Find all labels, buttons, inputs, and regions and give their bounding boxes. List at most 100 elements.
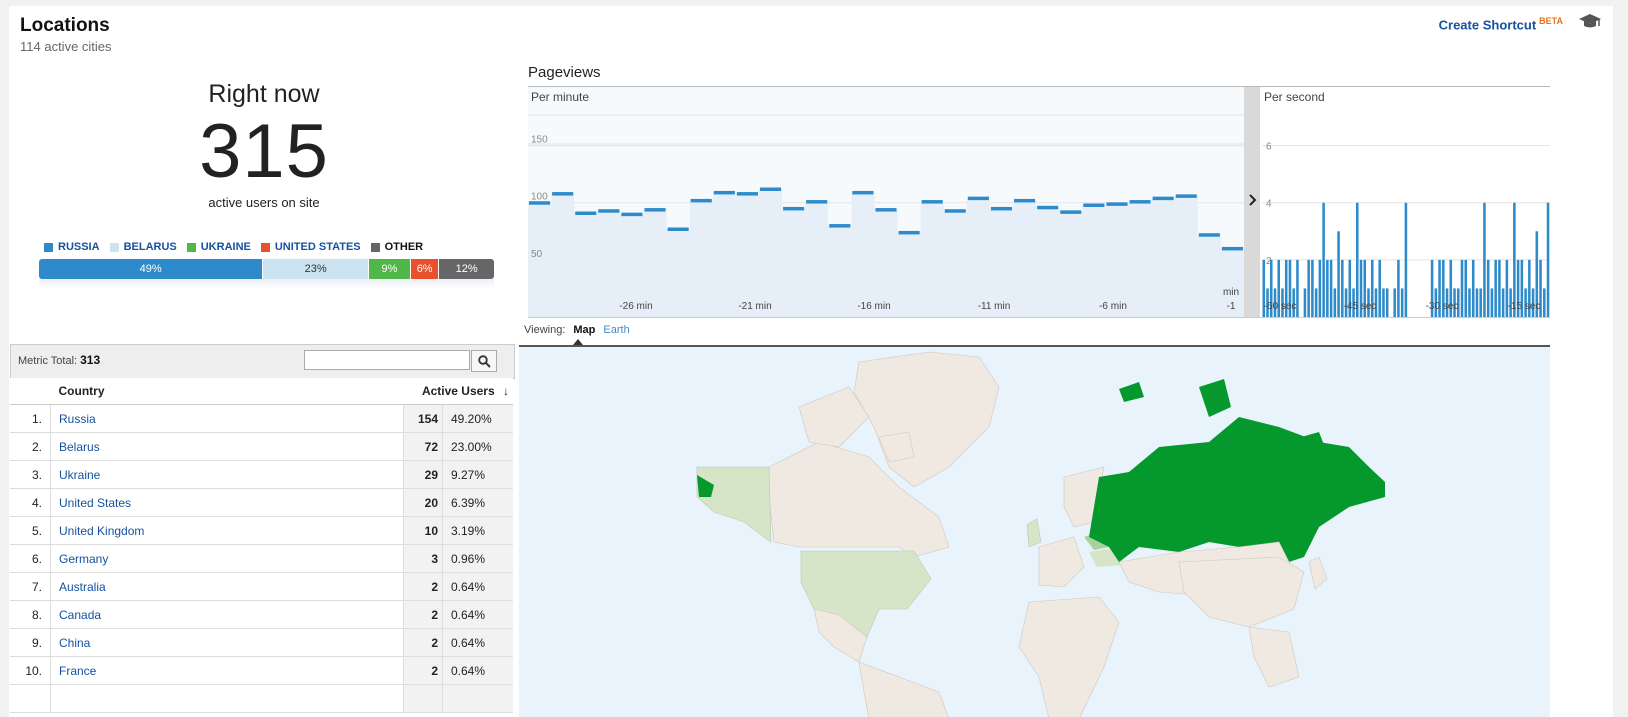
second-bar	[1464, 259, 1468, 317]
active-users-value: 20	[403, 488, 443, 517]
country-link[interactable]: China	[50, 628, 404, 657]
share-segment[interactable]: 12%	[439, 259, 494, 279]
country-link[interactable]: Belarus	[50, 432, 404, 461]
table-search-input[interactable]	[304, 350, 470, 370]
search-button[interactable]	[471, 350, 497, 372]
second-bar	[1318, 259, 1322, 317]
x-tick-second: -15 sec	[1508, 301, 1541, 312]
minute-area-step	[1036, 207, 1060, 317]
active-users-percent: 23.00%	[442, 432, 513, 461]
row-index: 8.	[10, 600, 51, 629]
second-bar	[1314, 288, 1318, 317]
row-index: 9.	[10, 628, 51, 657]
x-tick-minute: -21 min	[738, 301, 771, 312]
minute-value-mark	[806, 200, 828, 204]
minute-area-step	[551, 193, 575, 317]
x-tick-minute: -16 min	[857, 301, 890, 312]
per-second-label: Per second	[1264, 90, 1325, 104]
legend-label: RUSSIA	[58, 241, 100, 253]
minute-value-mark	[990, 206, 1013, 211]
minute-value-mark	[690, 198, 712, 203]
minute-area-step	[689, 200, 713, 317]
minute-value-mark	[783, 206, 805, 211]
share-segment[interactable]: 6%	[410, 259, 439, 279]
minute-value-mark	[1221, 246, 1243, 251]
active-users-percent: 3.19%	[442, 516, 513, 545]
active-users-value: 29	[403, 460, 443, 489]
minute-area-step	[1151, 198, 1175, 317]
country-link[interactable]: United Kingdom	[50, 516, 404, 545]
legend-swatch	[109, 242, 119, 252]
country-link[interactable]: Australia	[50, 572, 404, 601]
map-view-tab[interactable]: Map	[573, 324, 595, 336]
country-column-header[interactable]: Country	[50, 378, 404, 405]
minute-value-mark	[736, 192, 758, 196]
create-shortcut-link[interactable]: Create Shortcut BETA	[1439, 16, 1563, 32]
country-link[interactable]: Russia	[50, 404, 404, 433]
table-row: 2. Belarus 72 23.00%	[10, 432, 513, 461]
second-bar	[1546, 202, 1550, 317]
y-tick-second: 6	[1266, 142, 1272, 153]
country-link[interactable]: France	[50, 656, 404, 685]
second-bar	[1501, 288, 1505, 317]
metric-total-label: Metric Total:	[18, 355, 78, 367]
minute-value-mark	[1175, 194, 1197, 198]
minute-area-step	[666, 229, 690, 317]
minute-value-mark	[1129, 200, 1151, 204]
minute-value-mark	[598, 209, 620, 213]
second-bar	[1296, 259, 1299, 317]
minute-value-mark	[1106, 202, 1128, 206]
table-row: 7. Australia 2 0.64%	[10, 572, 513, 601]
viewing-toggle: Viewing: Map Earth	[524, 324, 630, 336]
share-segment[interactable]: 9%	[368, 259, 410, 279]
active-users-percent: 9.27%	[442, 460, 513, 489]
country-link[interactable]: Canada	[50, 600, 404, 629]
active-users-value: 154	[403, 404, 443, 433]
minute-value-mark	[644, 208, 666, 212]
index-header	[10, 378, 51, 405]
table-row: 8. Canada 2 0.64%	[10, 600, 513, 629]
second-bar	[1483, 202, 1486, 317]
y-tick-second: 4	[1266, 199, 1272, 210]
country-share-bar: 49% 23% 9% 6% 12%	[39, 259, 494, 279]
minute-area-step	[1128, 201, 1152, 317]
empty-cell	[403, 684, 443, 713]
second-bar	[1471, 259, 1475, 317]
minute-value-mark	[1152, 196, 1174, 201]
minute-value-mark	[667, 227, 689, 231]
row-index: 5.	[10, 516, 51, 545]
minute-value-mark	[852, 190, 874, 195]
table-row-partial	[10, 684, 513, 713]
table-row: 9. China 2 0.64%	[10, 628, 513, 657]
share-segment[interactable]: 49%	[39, 259, 263, 279]
country-link[interactable]: Germany	[50, 544, 404, 573]
country-table: Country Active Users ↓ 1. Russia 154 49.20%…	[10, 378, 513, 713]
minute-value-mark	[1198, 233, 1220, 237]
legend-label: UNITED STATES	[274, 241, 361, 253]
y-tick-second: 2	[1266, 256, 1272, 267]
legend-item-belarus: BELARUS	[109, 241, 177, 253]
x-tick-minute: -11 min	[978, 301, 1011, 312]
earth-view-tab[interactable]: Earth	[603, 324, 629, 336]
share-segment[interactable]: 23%	[263, 259, 368, 279]
country-link[interactable]: Ukraine	[50, 460, 404, 489]
row-index: 7.	[10, 572, 51, 601]
country-link[interactable]: United States	[50, 488, 404, 517]
graduation-cap-icon[interactable]	[1579, 12, 1601, 30]
second-bar	[1322, 202, 1325, 317]
active-users-percent: 0.64%	[442, 628, 513, 657]
minute-value-mark	[713, 190, 735, 195]
second-bar	[1303, 288, 1307, 317]
active-users-column-header[interactable]: Active Users ↓	[403, 378, 513, 405]
x-tick-minute-value: -1	[1227, 301, 1236, 312]
second-bar	[1378, 259, 1381, 317]
second-bar	[1513, 202, 1516, 317]
empty-cell	[10, 684, 51, 713]
world-map[interactable]	[519, 345, 1550, 717]
pageviews-chart: Per minute Per second 150 100 50 -26 min -21…	[528, 87, 1550, 318]
minute-value-mark	[967, 196, 989, 201]
row-index: 6.	[10, 544, 51, 573]
row-index: 3.	[10, 460, 51, 489]
minute-area-step	[805, 201, 829, 317]
table-row: 5. United Kingdom 10 3.19%	[10, 516, 513, 545]
